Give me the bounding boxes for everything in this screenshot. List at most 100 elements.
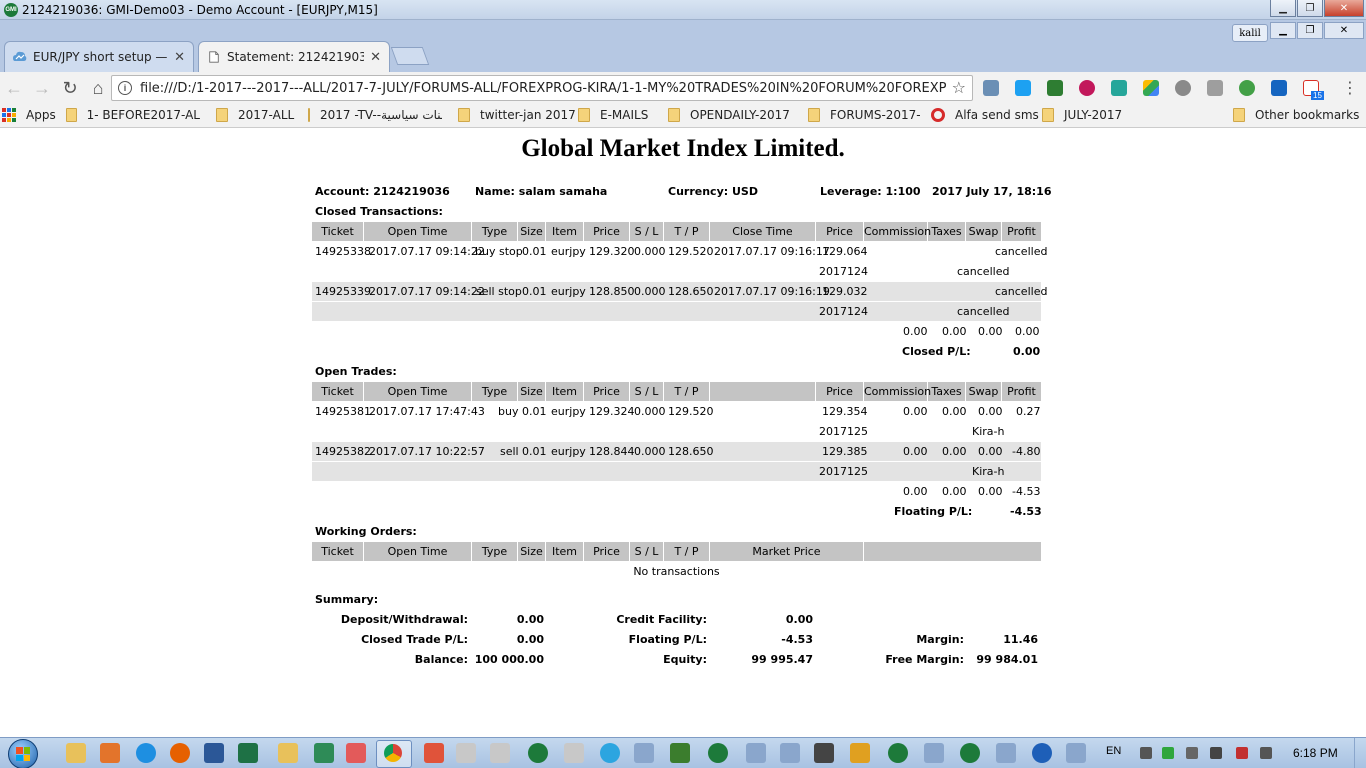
extension-icon-1[interactable] [983, 80, 999, 96]
gmail-badge: 15 [1311, 91, 1324, 100]
google-drive-icon[interactable] [1143, 80, 1159, 96]
chrome-close-button[interactable]: ✕ [1324, 22, 1364, 39]
gmi-taskbar-icon[interactable] [528, 743, 548, 763]
network-icon[interactable] [1210, 747, 1222, 759]
bookmark-folder[interactable]: E-MAILS [578, 108, 648, 122]
language-indicator[interactable]: EN [1106, 745, 1121, 757]
translate-extension-icon[interactable] [1271, 80, 1287, 96]
size: 0.01 [522, 285, 547, 298]
extension-icon-3[interactable] [1047, 80, 1063, 96]
excel-icon[interactable] [238, 743, 258, 763]
current-price: 129.354 [822, 405, 868, 418]
twitter-extension-icon[interactable] [1015, 80, 1031, 96]
col-profit: Profit [1007, 385, 1036, 398]
bookmark-folder[interactable]: twitter-jan 2017 [458, 108, 576, 122]
app-icon[interactable] [996, 743, 1016, 763]
extension-icon-8[interactable] [1207, 80, 1223, 96]
bookmark-folder[interactable]: 2017 -TV--بالنات سياسية [308, 108, 442, 122]
new-tab-button[interactable] [390, 47, 430, 65]
chart-app-icon[interactable] [314, 743, 334, 763]
app-icon[interactable] [346, 743, 366, 763]
col-type: Type [472, 542, 518, 561]
app-icon[interactable] [634, 743, 654, 763]
bookmark-apps[interactable]: Apps [2, 108, 56, 122]
tab-eurjpy-setup[interactable]: EUR/JPY short setup — ✕ [4, 41, 194, 72]
bookmark-folder[interactable]: OPENDAILY-2017 [668, 108, 790, 122]
window-minimize-button[interactable]: ▁ [1270, 0, 1296, 17]
telegram-icon[interactable] [600, 743, 620, 763]
app-icon[interactable] [670, 743, 690, 763]
app-icon[interactable] [1066, 743, 1086, 763]
bookmark-folder[interactable]: JULY-2017 [1042, 108, 1122, 122]
open-table-header: Ticket Open Time Type Size Item Price S … [312, 382, 1041, 401]
gmi-taskbar-icon[interactable] [708, 743, 728, 763]
start-button[interactable] [8, 739, 38, 768]
table-row: 14925381 2017.07.17 17:47:43 buy 0.01 eu… [312, 402, 1041, 421]
bookmark-label: JULY-2017 [1064, 108, 1123, 122]
folder-taskbar-icon[interactable] [278, 743, 298, 763]
total-taxes: 0.00 [942, 485, 967, 498]
bookmark-label: twitter-jan 2017 [480, 108, 576, 122]
open-time: 2017.07.17 09:14:22 [369, 285, 485, 298]
tab-statement[interactable]: Statement: 2124219036 - ✕ [198, 41, 390, 72]
tray-icon[interactable] [1186, 747, 1198, 759]
sub-status: cancelled [957, 305, 1010, 318]
tray-icon[interactable] [1162, 747, 1174, 759]
profile-button[interactable]: kalil [1232, 24, 1268, 42]
info-icon[interactable]: i [118, 81, 132, 95]
gmi-taskbar-icon[interactable] [960, 743, 980, 763]
open-time: 2017.07.17 10:22:57 [369, 445, 485, 458]
media-player-icon[interactable] [100, 743, 120, 763]
col-swap: Swap [966, 222, 1002, 241]
status: cancelled [995, 285, 1048, 298]
vpn-extension-icon[interactable] [1239, 80, 1255, 96]
file-explorer-icon[interactable] [66, 743, 86, 763]
app-icon[interactable] [924, 743, 944, 763]
bookmark-label: Apps [26, 108, 56, 122]
extension-icon-4[interactable] [1079, 80, 1095, 96]
bookmark-folder[interactable]: 1- BEFORE2017-AL [66, 108, 200, 122]
tray-icon[interactable] [1140, 747, 1152, 759]
address-bar[interactable]: i file:///D:/1-2017---2017---ALL/2017-7-… [111, 75, 973, 101]
forward-arrow-icon[interactable]: → [28, 74, 56, 102]
clock[interactable]: 6:18 PM [1293, 746, 1338, 760]
tab-close-icon[interactable]: ✕ [174, 49, 185, 65]
app-icon[interactable] [850, 743, 870, 763]
app-icon[interactable] [814, 743, 834, 763]
show-desktop-button[interactable] [1354, 738, 1366, 768]
chrome-restore-button[interactable]: ❐ [1297, 22, 1323, 39]
reload-icon[interactable]: ↻ [56, 74, 84, 102]
app-icon[interactable] [780, 743, 800, 763]
bookmark-folder[interactable]: FORUMS-2017- [808, 108, 921, 122]
tab-close-icon[interactable]: ✕ [370, 49, 381, 65]
wordpress-icon[interactable] [1175, 80, 1191, 96]
menu-kebab-icon[interactable]: ⋮ [1336, 74, 1364, 102]
chrome-minimize-button[interactable]: ▁ [1270, 22, 1296, 39]
pdf-icon[interactable] [424, 743, 444, 763]
bookmark-other[interactable]: Other bookmarks [1233, 108, 1359, 122]
col-ticket: Ticket [312, 382, 364, 401]
back-arrow-icon[interactable]: ← [0, 74, 28, 102]
swap: 0.00 [978, 405, 1003, 418]
volume-icon[interactable] [1260, 747, 1272, 759]
app-icon[interactable] [564, 743, 584, 763]
window-close-button[interactable]: ✕ [1324, 0, 1364, 17]
word-icon[interactable] [204, 743, 224, 763]
window-maximize-button[interactable]: ❐ [1297, 0, 1323, 17]
take-profit: 128.650 [668, 445, 714, 458]
bookmark-star-icon[interactable]: ☆ [952, 78, 966, 98]
account-currency: Currency: USD [668, 185, 758, 198]
bookmark-alfa[interactable]: Alfa send sms [931, 108, 1039, 122]
app-icon[interactable] [1032, 743, 1052, 763]
home-icon[interactable]: ⌂ [84, 74, 112, 102]
bookmark-folder[interactable]: 2017-ALL [216, 108, 294, 122]
gmi-taskbar-icon[interactable] [888, 743, 908, 763]
extension-icon-5[interactable] [1111, 80, 1127, 96]
app-icon[interactable] [490, 743, 510, 763]
app-icon[interactable] [746, 743, 766, 763]
firefox-icon[interactable] [170, 743, 190, 763]
internet-explorer-icon[interactable] [136, 743, 156, 763]
app-icon[interactable] [456, 743, 476, 763]
total-taxes: 0.00 [942, 325, 967, 338]
tray-alert-icon[interactable] [1236, 747, 1248, 759]
